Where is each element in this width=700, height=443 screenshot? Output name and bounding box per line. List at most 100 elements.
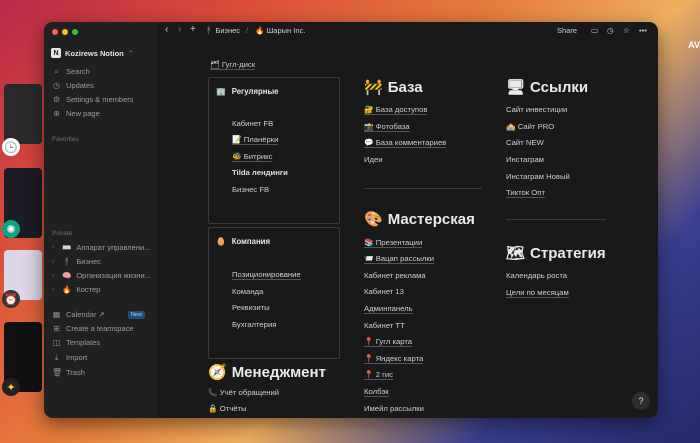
forward-arrow-icon[interactable]: › [178, 24, 181, 35]
more-options-icon[interactable]: ••• [639, 26, 647, 35]
heading-text: Менеджмент [231, 363, 326, 381]
monitor-icon: 🖥 [506, 79, 526, 96]
share-button[interactable]: Share [557, 26, 577, 35]
workshop-item[interactable]: 📍 2 гис [364, 370, 394, 380]
strategy-item[interactable]: Цели по месяцам [506, 288, 569, 298]
sidebar-item-settings[interactable]: ⚙ Settings & members [52, 93, 134, 106]
breadcrumb-separator: / [246, 26, 249, 35]
workshop-item[interactable]: Кабинет реклама [364, 271, 426, 280]
regular-item[interactable]: 📝 Планёрки [232, 135, 279, 145]
sidebar-item-label: Updates [66, 81, 94, 90]
sidebar: N Kozirews Notion ⌃ ⌕ Search ◷ Updates ⚙… [44, 22, 158, 418]
links-item[interactable]: Сайт инвестиции [506, 105, 567, 114]
workshop-item[interactable]: Админпанель [364, 304, 413, 314]
regular-item[interactable]: Бизнес FB [232, 185, 269, 194]
alarm-app-icon[interactable]: ⏰ [2, 290, 20, 308]
workshop-item[interactable]: 📍 Яндекс карта [364, 354, 424, 364]
plus-icon: ⊕ [53, 109, 60, 118]
private-section-label: Private [52, 230, 73, 237]
sidebar-item-import[interactable]: ⤓ Import [52, 351, 88, 364]
sidebar-page-life[interactable]: › 🧠 Организация жизни... [52, 269, 151, 282]
sidebar-item-templates[interactable]: ◫ Templates [52, 336, 100, 349]
building-icon: 🏢 [216, 87, 226, 96]
regular-item[interactable]: 🐝 Битрикс [232, 152, 273, 162]
workshop-item[interactable]: 📨 Вацап рассылки [364, 254, 434, 264]
chevron-right-icon[interactable]: › [52, 287, 57, 293]
egg-icon: 🥚 [216, 237, 226, 246]
page-emoji-icon: ⌨️ [62, 243, 72, 252]
base-heading: 🚧 База [364, 78, 423, 97]
regular-item[interactable]: Tilda лендинги [232, 168, 288, 177]
back-arrow-icon[interactable]: ‹ [165, 24, 168, 35]
company-item[interactable]: Бухгалтерия [232, 320, 276, 329]
links-heading: 🖥 Ссылки [506, 78, 589, 97]
workshop-item[interactable]: 📍 Гугл карта [364, 337, 413, 347]
heading-text: Мастерская [387, 210, 475, 228]
base-item[interactable]: Идеи [364, 155, 383, 164]
plus-icon[interactable]: + [190, 24, 196, 35]
breadcrumb-sharyn[interactable]: 🔥 Шарын Inc. [255, 26, 305, 35]
sidebar-item-new-page[interactable]: ⊕ New page [52, 107, 100, 120]
zoom-window-button[interactable] [72, 29, 78, 35]
desktop-window-thumbnail[interactable] [4, 84, 42, 144]
sidebar-item-trash[interactable]: 🗑 Trash [52, 366, 85, 379]
base-item[interactable]: 📸 Фотобаза [364, 122, 410, 132]
chatgpt-app-icon[interactable]: ✺ [2, 220, 20, 238]
base-item[interactable]: 🔐 База доступов [364, 105, 428, 115]
clock-app-icon[interactable]: 🕒 [2, 138, 20, 156]
star-app-icon[interactable]: ✦ [2, 378, 20, 396]
clock-icon: ◷ [53, 81, 60, 90]
breadcrumb-label: Бизнес [215, 26, 241, 35]
workshop-item[interactable]: Колбэк [364, 387, 389, 397]
base-item[interactable]: 💬 База комментариев [364, 138, 447, 148]
history-icon[interactable]: ◷ [607, 26, 614, 35]
links-item[interactable]: Инстаграм Новый [506, 172, 570, 181]
page-emoji-icon: 🔥 [255, 26, 265, 35]
google-drive-link[interactable]: 🗂 Гугл-диск [210, 60, 256, 70]
links-item[interactable]: Сайт NEW [506, 138, 544, 147]
workshop-item[interactable]: Имейл рассылки [364, 404, 424, 413]
workshop-item[interactable]: Кабинет 13 [364, 287, 404, 296]
sidebar-item-label: Calendar ↗ [66, 310, 105, 319]
regular-item[interactable]: Кабинет FB [232, 119, 273, 128]
breadcrumb-business[interactable]: 🕴 Бизнес [204, 26, 240, 35]
comment-icon[interactable]: ▭ [591, 26, 598, 35]
workspace-switcher[interactable]: N Kozirews Notion ⌃ [51, 48, 134, 58]
chevron-right-icon[interactable]: › [52, 245, 57, 251]
sidebar-item-create-teamspace[interactable]: ⊞ Create a teamspace [52, 322, 133, 335]
strategy-item[interactable]: Календарь роста [506, 271, 567, 280]
heading-text: Ссылки [530, 78, 589, 96]
favorites-section-label: Favorites [52, 136, 79, 143]
desktop-dock-strip: 🕒 ✺ ⏰ ✦ [0, 60, 44, 420]
workshop-item[interactable]: Кабинет ТТ [364, 321, 405, 330]
sidebar-item-updates[interactable]: ◷ Updates [52, 79, 94, 92]
divider [506, 219, 606, 220]
links-item[interactable]: Тикток Опт [506, 188, 545, 198]
workshop-heading: 🎨 Мастерская [364, 210, 475, 229]
sidebar-page-apparat[interactable]: › ⌨️ Аппарат управлени... [52, 241, 150, 254]
company-item[interactable]: Позиционирование [232, 270, 301, 280]
sidebar-page-business[interactable]: › 🕴 Бизнес [52, 255, 101, 268]
regular-card [208, 77, 340, 224]
close-window-button[interactable] [52, 29, 58, 35]
workshop-item[interactable]: 📚 Презентации [364, 238, 423, 248]
star-icon[interactable]: ☆ [623, 26, 630, 35]
chevron-right-icon[interactable]: › [52, 273, 57, 279]
sidebar-item-calendar[interactable]: ▦ Calendar ↗ New [52, 308, 145, 321]
company-item[interactable]: Команда [232, 287, 263, 296]
heading-text: Стратегия [530, 244, 606, 262]
help-button[interactable]: ? [632, 392, 650, 410]
sidebar-page-koster[interactable]: › 🔥 Костер [52, 283, 100, 296]
management-item[interactable]: 📞 Учёт обращений [208, 388, 279, 397]
page-emoji-icon: 🧠 [62, 271, 72, 280]
sidebar-item-search[interactable]: ⌕ Search [52, 65, 90, 78]
chevron-right-icon[interactable]: › [52, 259, 57, 265]
minimize-window-button[interactable] [62, 29, 68, 35]
management-item[interactable]: 🔒 Отчёты [208, 404, 247, 413]
company-item[interactable]: Реквизиты [232, 303, 270, 312]
compass-icon: 🧭 [208, 364, 227, 381]
gear-icon: ⚙ [52, 95, 61, 104]
desktop-edge-text: AV [688, 40, 700, 50]
links-item[interactable]: Инстаграм [506, 155, 544, 164]
links-item[interactable]: 🏫 Сайт PRO [506, 122, 554, 131]
